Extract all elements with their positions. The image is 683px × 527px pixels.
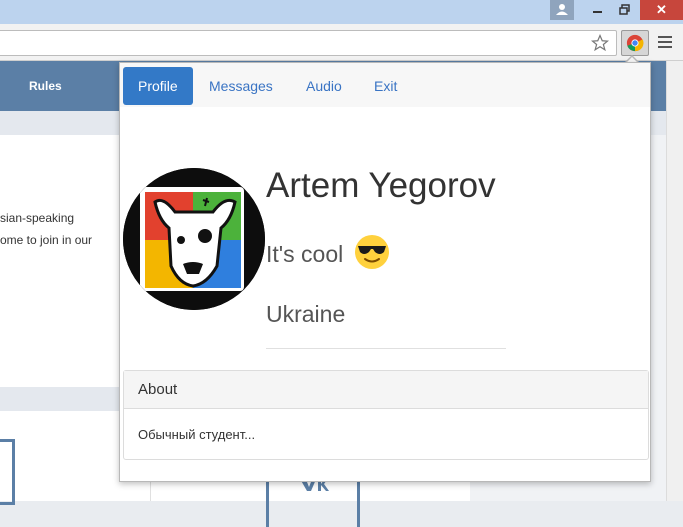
sunglasses-emoji-icon	[354, 234, 390, 275]
extension-popup: Profile Messages Audio Exit Artem Yegoro…	[119, 62, 651, 482]
profile-status: It's cool	[266, 234, 390, 274]
page-text-line: ome to join in our	[0, 233, 93, 247]
tab-audio[interactable]: Audio	[291, 67, 357, 105]
user-icon	[556, 4, 568, 15]
minimize-button[interactable]	[584, 0, 610, 20]
restore-button[interactable]	[612, 0, 638, 20]
tab-exit[interactable]: Exit	[359, 67, 412, 105]
status-text: It's cool	[266, 241, 344, 267]
about-title: About	[124, 371, 648, 409]
popup-tabs: Profile Messages Audio Exit	[120, 63, 650, 107]
browser-toolbar	[0, 24, 683, 61]
vk-dog-avatar-icon	[123, 168, 265, 310]
tab-profile[interactable]: Profile	[123, 67, 193, 105]
about-text: Обычный студент...	[138, 427, 256, 442]
page-scrollbar[interactable]	[666, 61, 683, 501]
restore-icon	[619, 4, 630, 15]
tab-messages[interactable]: Messages	[194, 67, 288, 105]
page-text: sian-speaking ome to join in our	[0, 207, 120, 251]
bookmark-star-icon[interactable]	[591, 34, 609, 52]
extension-button[interactable]	[621, 30, 649, 56]
avatar	[123, 168, 265, 310]
close-window-button[interactable]: ✕	[640, 0, 683, 20]
profile-switcher-button[interactable]	[550, 0, 574, 20]
device-icon	[0, 439, 15, 505]
nav-rules-link[interactable]: Rules	[29, 79, 62, 93]
chrome-icon	[626, 34, 644, 52]
profile-location: Ukraine	[266, 301, 346, 327]
address-bar[interactable]	[0, 30, 617, 56]
page-text-line: sian-speaking	[0, 211, 75, 225]
browser-menu-icon[interactable]	[658, 36, 672, 48]
about-panel: About Обычный студент...	[123, 370, 649, 460]
profile-name: Artem Yegorov	[266, 166, 496, 205]
window-titlebar: ✕	[0, 0, 683, 24]
divider	[266, 348, 506, 349]
